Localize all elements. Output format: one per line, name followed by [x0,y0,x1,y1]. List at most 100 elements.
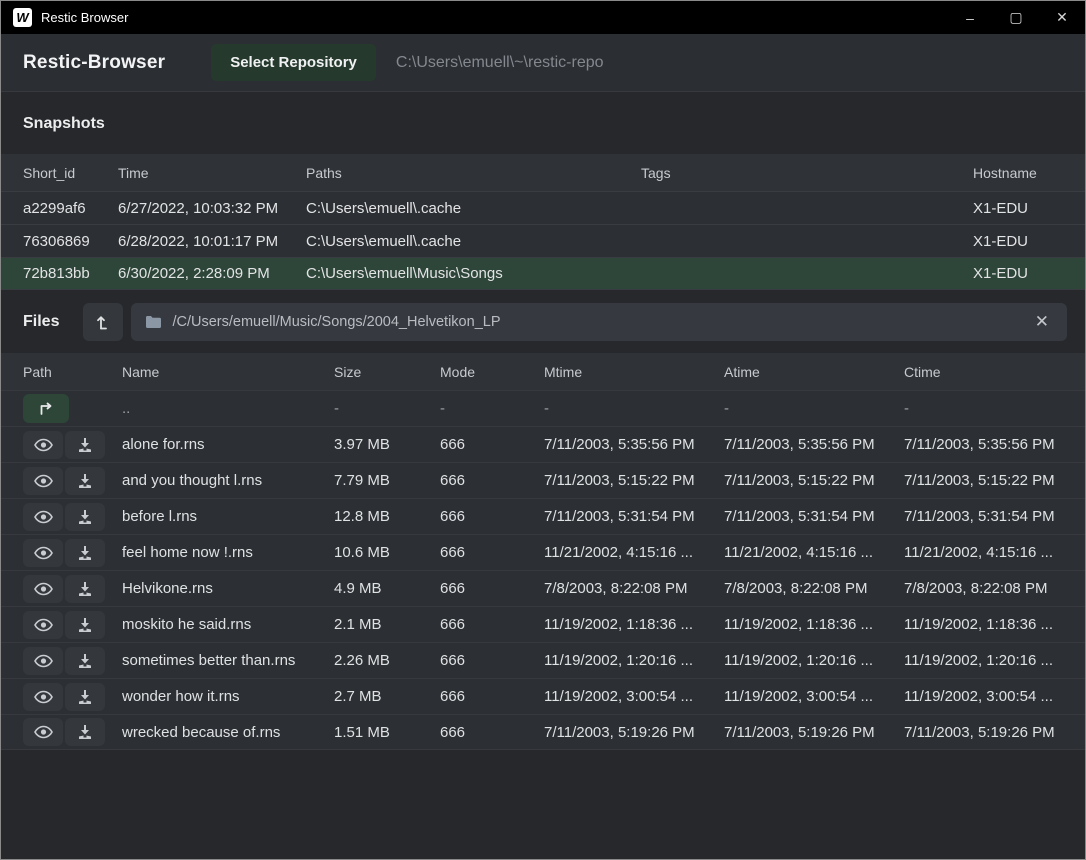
download-icon [77,617,93,633]
download-file-button[interactable] [65,718,105,746]
maximize-button[interactable]: ▢ [993,1,1039,34]
file-row[interactable]: alone for.rns 3.97 MB 666 7/11/2003, 5:3… [1,426,1085,462]
go-up-directory-button[interactable] [83,303,123,341]
eye-icon [34,654,53,668]
files-col-size[interactable]: Size [334,364,440,380]
file-row[interactable]: before l.rns 12.8 MB 666 7/11/2003, 5:31… [1,498,1085,534]
preview-file-button[interactable] [23,611,63,639]
file-ctime: 7/8/2003, 8:22:08 PM [904,580,1085,597]
preview-file-button[interactable] [23,647,63,675]
parent-row-ctime: - [904,400,1085,417]
file-mtime: 11/19/2002, 3:00:54 ... [544,688,724,705]
snapshots-table-body: a2299af6 6/27/2022, 10:03:32 PM C:\Users… [1,191,1085,290]
parent-directory-row[interactable]: .. - - - - - [1,390,1085,426]
files-col-ctime[interactable]: Ctime [904,364,1085,380]
download-file-button[interactable] [65,539,105,567]
download-file-button[interactable] [65,683,105,711]
download-icon [77,689,93,705]
file-row[interactable]: feel home now !.rns 10.6 MB 666 11/21/20… [1,534,1085,570]
open-parent-directory-button[interactable] [23,394,69,423]
file-atime: 11/19/2002, 1:20:16 ... [724,652,904,669]
download-file-button[interactable] [65,467,105,495]
snapshot-short-id: a2299af6 [23,200,118,217]
preview-file-button[interactable] [23,718,63,746]
file-atime: 7/11/2003, 5:15:22 PM [724,472,904,489]
download-icon [77,724,93,740]
file-mode: 666 [440,652,544,669]
file-mode: 666 [440,688,544,705]
current-path-input[interactable]: /C/Users/emuell/Music/Songs/2004_Helveti… [131,303,1067,341]
file-name: wonder how it.rns [122,688,334,705]
snapshot-row[interactable]: a2299af6 6/27/2022, 10:03:32 PM C:\Users… [1,191,1085,224]
minimize-button[interactable]: – [947,1,993,34]
files-col-mtime[interactable]: Mtime [544,364,724,380]
preview-file-button[interactable] [23,539,63,567]
files-col-atime[interactable]: Atime [724,364,904,380]
snapshot-row[interactable]: 72b813bb 6/30/2022, 2:28:09 PM C:\Users\… [1,257,1085,290]
snapshots-col-time[interactable]: Time [118,165,306,181]
file-row[interactable]: Helvikone.rns 4.9 MB 666 7/8/2003, 8:22:… [1,570,1085,606]
file-row[interactable]: wrecked because of.rns 1.51 MB 666 7/11/… [1,714,1085,750]
snapshots-col-hostname[interactable]: Hostname [973,165,1085,181]
snapshot-short-id: 76306869 [23,233,118,250]
level-up-icon [94,313,112,331]
file-mtime: 7/11/2003, 5:35:56 PM [544,436,724,453]
download-icon [77,437,93,453]
download-file-button[interactable] [65,647,105,675]
file-size: 1.51 MB [334,724,440,741]
preview-file-button[interactable] [23,467,63,495]
file-mtime: 7/11/2003, 5:15:22 PM [544,472,724,489]
select-repository-button[interactable]: Select Repository [211,44,376,81]
snapshot-time: 6/28/2022, 10:01:17 PM [118,233,306,250]
file-row[interactable]: moskito he said.rns 2.1 MB 666 11/19/200… [1,606,1085,642]
file-mode: 666 [440,472,544,489]
download-file-button[interactable] [65,431,105,459]
files-col-name[interactable]: Name [122,364,334,380]
eye-icon [34,725,53,739]
snapshots-col-short-id[interactable]: Short_id [23,165,118,181]
file-atime: 7/11/2003, 5:35:56 PM [724,436,904,453]
file-name: before l.rns [122,508,334,525]
file-name: sometimes better than.rns [122,652,334,669]
titlebar: W Restic Browser – ▢ ✕ [1,1,1085,34]
preview-file-button[interactable] [23,503,63,531]
download-file-button[interactable] [65,575,105,603]
parent-row-mode: - [440,400,544,417]
eye-icon [34,474,53,488]
file-row[interactable]: sometimes better than.rns 2.26 MB 666 11… [1,642,1085,678]
files-table-header: Path Name Size Mode Mtime Atime Ctime [1,353,1085,390]
snapshot-time: 6/27/2022, 10:03:32 PM [118,200,306,217]
files-col-mode[interactable]: Mode [440,364,544,380]
clear-path-icon[interactable]: ✕ [1031,312,1053,332]
preview-file-button[interactable] [23,683,63,711]
snapshot-row[interactable]: 76306869 6/28/2022, 10:01:17 PM C:\Users… [1,224,1085,257]
parent-row-size: - [334,400,440,417]
file-ctime: 7/11/2003, 5:31:54 PM [904,508,1085,525]
file-mtime: 11/19/2002, 1:18:36 ... [544,616,724,633]
download-icon [77,581,93,597]
file-mode: 666 [440,544,544,561]
download-file-button[interactable] [65,503,105,531]
close-button[interactable]: ✕ [1039,1,1085,34]
snapshot-paths: C:\Users\emuell\.cache [306,233,641,250]
folder-icon [145,315,162,329]
snapshots-section-heading: Snapshots [1,92,1085,154]
file-atime: 7/8/2003, 8:22:08 PM [724,580,904,597]
file-name: alone for.rns [122,436,334,453]
snapshots-title: Snapshots [23,115,105,132]
file-size: 2.1 MB [334,616,440,633]
parent-row-name: .. [122,400,334,417]
download-file-button[interactable] [65,611,105,639]
preview-file-button[interactable] [23,431,63,459]
file-atime: 11/19/2002, 1:18:36 ... [724,616,904,633]
file-row[interactable]: and you thought l.rns 7.79 MB 666 7/11/2… [1,462,1085,498]
file-row[interactable]: wonder how it.rns 2.7 MB 666 11/19/2002,… [1,678,1085,714]
parent-row-mtime: - [544,400,724,417]
file-name: wrecked because of.rns [122,724,334,741]
parent-row-atime: - [724,400,904,417]
snapshots-col-paths[interactable]: Paths [306,165,641,181]
snapshots-col-tags[interactable]: Tags [641,165,973,181]
preview-file-button[interactable] [23,575,63,603]
files-col-path[interactable]: Path [23,364,122,380]
download-icon [77,473,93,489]
